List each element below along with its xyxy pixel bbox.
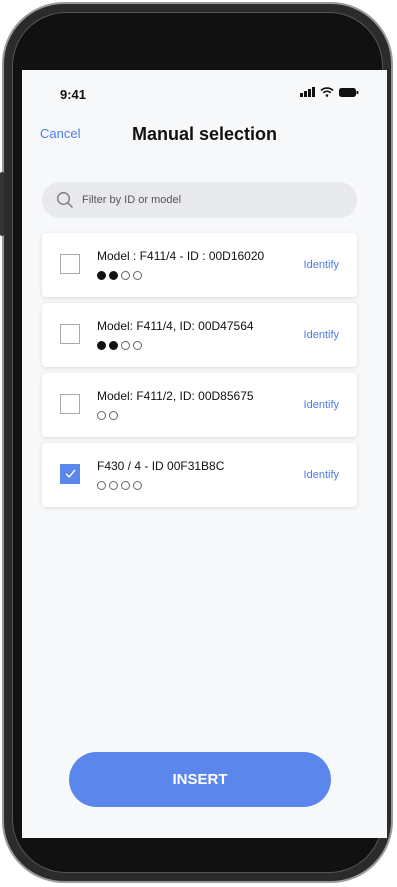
system-icons bbox=[300, 87, 359, 97]
insert-button[interactable]: INSERT bbox=[69, 752, 331, 807]
signal-level-indicator bbox=[97, 481, 142, 490]
empty-dot-icon bbox=[109, 481, 118, 490]
empty-dot-icon bbox=[97, 411, 106, 420]
check-icon bbox=[65, 469, 76, 479]
device-checkbox[interactable] bbox=[60, 394, 80, 414]
wifi-icon bbox=[320, 87, 334, 97]
empty-dot-icon bbox=[133, 271, 142, 280]
empty-dot-icon bbox=[109, 411, 118, 420]
signal-icon bbox=[300, 87, 315, 97]
filled-dot-icon bbox=[109, 271, 118, 280]
device-checkbox[interactable] bbox=[60, 254, 80, 274]
search-input[interactable] bbox=[80, 193, 324, 207]
identify-button[interactable]: Identify bbox=[304, 399, 339, 411]
device-label: Model: F411/2, ID: 00D85675 bbox=[97, 389, 254, 403]
empty-dot-icon bbox=[97, 481, 106, 490]
device-checkbox[interactable] bbox=[60, 464, 80, 484]
device-card[interactable]: Model : F411/4 - ID : 00D16020 Identify bbox=[42, 233, 357, 297]
signal-level-indicator bbox=[97, 411, 118, 420]
device-label: Model : F411/4 - ID : 00D16020 bbox=[97, 249, 265, 263]
page-title: Manual selection bbox=[131, 124, 278, 144]
device-card[interactable]: Model: F411/4, ID: 00D47564 Identify bbox=[42, 303, 357, 367]
empty-dot-icon bbox=[133, 341, 142, 350]
filled-dot-icon bbox=[97, 341, 106, 350]
phone-side-button bbox=[0, 172, 4, 236]
search-bar[interactable] bbox=[42, 182, 357, 218]
identify-button[interactable]: Identify bbox=[304, 259, 339, 271]
empty-dot-icon bbox=[133, 481, 142, 490]
empty-dot-icon bbox=[121, 271, 130, 280]
status-bar: 9:41 bbox=[22, 70, 387, 110]
empty-dot-icon bbox=[121, 481, 130, 490]
empty-dot-icon bbox=[121, 341, 130, 350]
device-card[interactable]: Model: F411/2, ID: 00D85675 Identify bbox=[42, 373, 357, 437]
filled-dot-icon bbox=[97, 271, 106, 280]
signal-level-indicator bbox=[97, 271, 142, 280]
identify-button[interactable]: Identify bbox=[304, 329, 339, 341]
device-checkbox[interactable] bbox=[60, 324, 80, 344]
battery-icon bbox=[339, 87, 359, 97]
device-card[interactable]: F430 / 4 - ID 00F31B8C Identify bbox=[42, 443, 357, 507]
app-screen: 9:41 Cancel Manual selection Model : bbox=[22, 70, 387, 838]
nav-header: Cancel Manual selection bbox=[22, 118, 387, 148]
signal-level-indicator bbox=[97, 341, 142, 350]
status-time: 9:41 bbox=[60, 87, 87, 102]
search-icon bbox=[57, 192, 73, 208]
filled-dot-icon bbox=[109, 341, 118, 350]
identify-button[interactable]: Identify bbox=[304, 469, 339, 481]
device-label: F430 / 4 - ID 00F31B8C bbox=[97, 459, 225, 473]
device-label: Model: F411/4, ID: 00D47564 bbox=[97, 319, 254, 333]
